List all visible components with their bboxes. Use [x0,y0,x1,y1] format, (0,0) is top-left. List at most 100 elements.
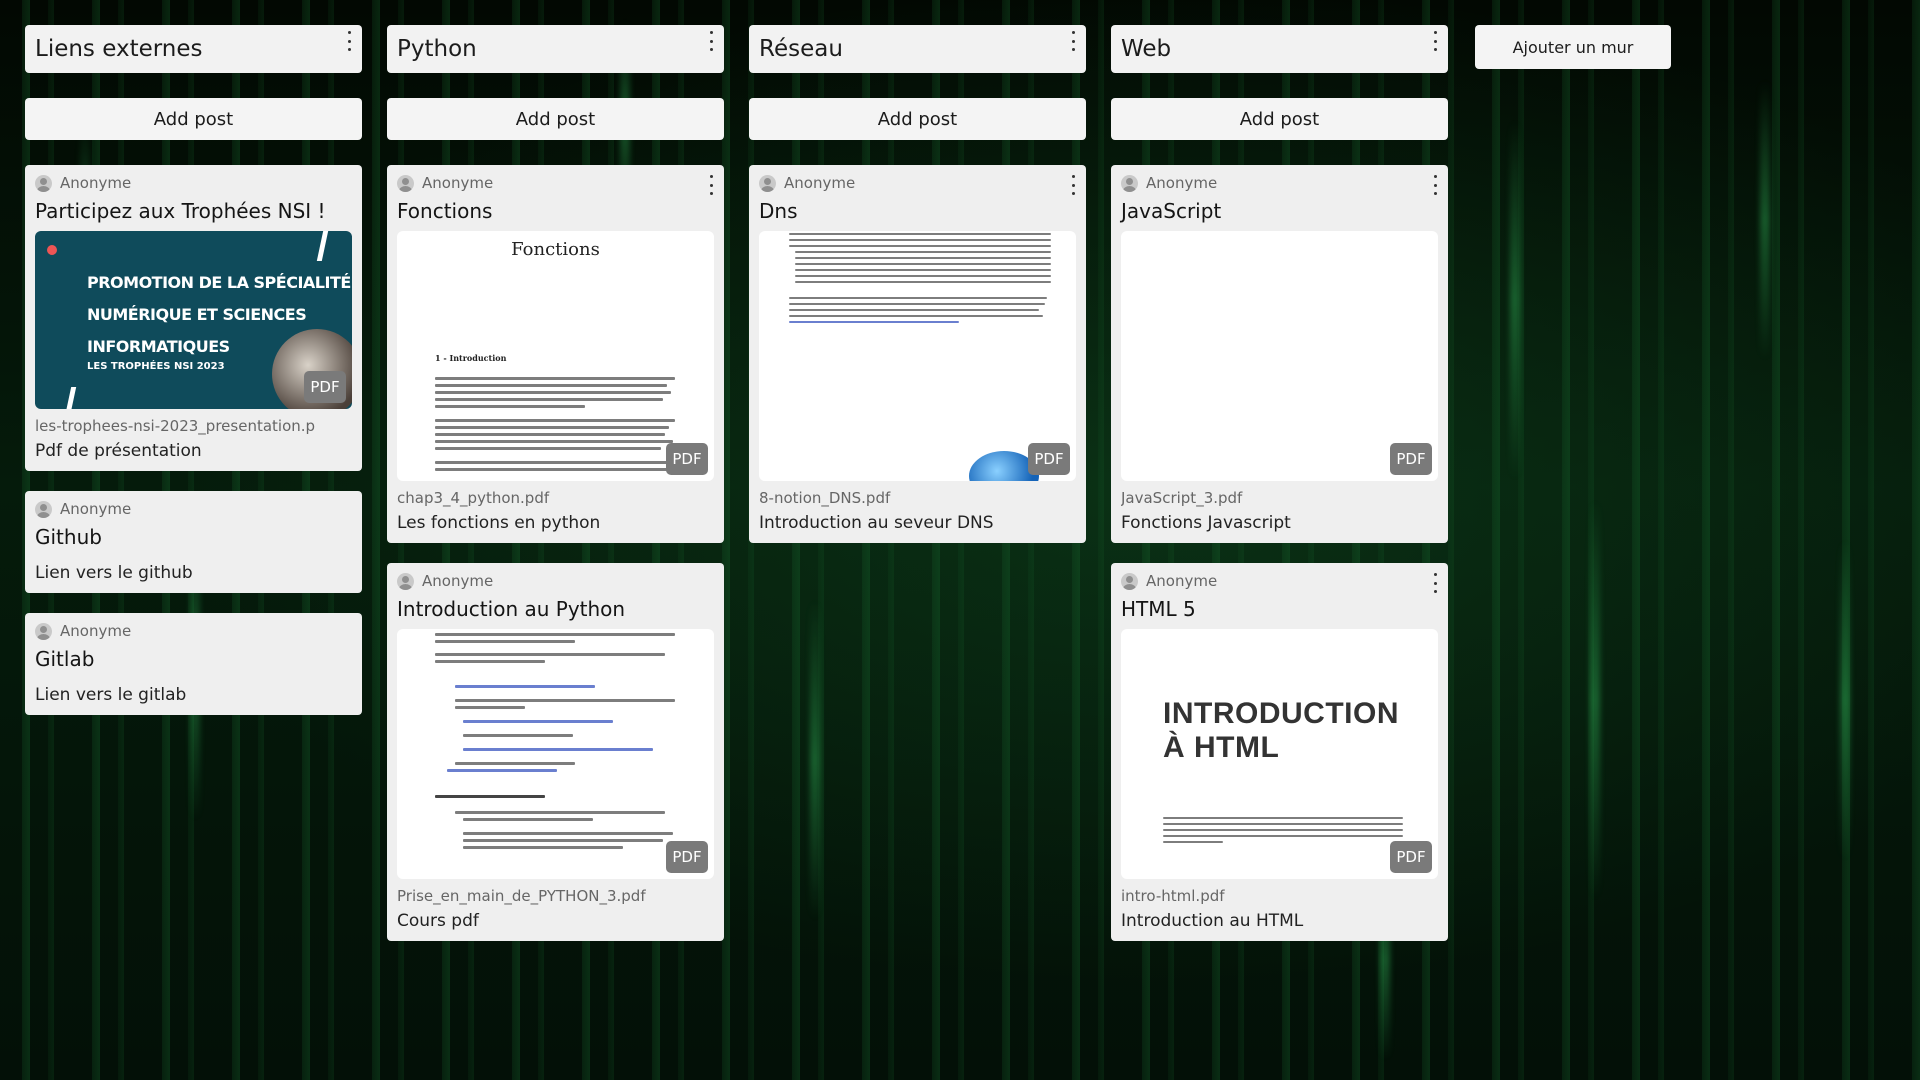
author-name: Anonyme [60,500,132,518]
post-title: Dns [759,199,798,223]
author-name: Anonyme [784,174,856,192]
avatar-icon [397,174,414,192]
pdf-badge: PDF [666,841,708,873]
pdf-badge: PDF [666,443,708,475]
attachment-filename[interactable]: Prise_en_main_de_PYTHON_3.pdf [397,887,714,905]
avatar-icon [1121,174,1138,192]
post-author: Anonyme [759,173,1076,193]
avatar-icon [1121,572,1138,590]
wall-web: Web Add post Anonyme JavaScript PDF Java… [1111,25,1448,941]
wall-header: Python [387,25,724,73]
post-description[interactable]: Lien vers le gitlab [35,685,352,705]
post-title: Participez aux Trophées NSI ! [35,199,326,223]
post-card[interactable]: Anonyme Introduction au Python PDF Prise… [387,563,724,941]
pdf-badge: PDF [1390,443,1432,475]
wall-header: Web [1111,25,1448,73]
post-author: Anonyme [397,571,714,591]
post-card[interactable]: Anonyme Dns PDF 8-notion_DNS.pdf Introdu… [749,165,1086,543]
thumbnail-line: PROMOTION DE LA SPÉCIALITÉ [87,273,351,292]
post-author: Anonyme [397,173,714,193]
decoration-stroke [64,387,77,409]
wall-header: Liens externes [25,25,362,73]
author-name: Anonyme [422,174,494,192]
avatar-icon [759,174,776,192]
post-description: Cours pdf [397,911,479,931]
wall-title: Liens externes [35,36,203,62]
avatar-icon [35,622,52,640]
post-author: Anonyme [35,499,352,519]
post-title: Introduction au Python [397,597,626,621]
post-author: Anonyme [35,173,352,193]
author-name: Anonyme [422,572,494,590]
add-post-button[interactable]: Add post [387,98,724,140]
post-menu-icon[interactable] [1430,573,1440,593]
post-card[interactable]: Anonyme Participez aux Trophées NSI ! PR… [25,165,362,471]
pdf-thumbnail[interactable]: PDF [397,629,714,879]
wall-title: Python [397,36,477,62]
post-menu-icon[interactable] [1068,175,1078,195]
post-title: HTML 5 [1121,597,1196,621]
wall-menu-icon[interactable] [1068,31,1078,51]
wall-reseau: Réseau Add post Anonyme Dns PDF 8-notion… [749,25,1086,543]
pdf-thumbnail[interactable]: PROMOTION DE LA SPÉCIALITÉ NUMÉRIQUE ET … [35,231,352,409]
thumbnail-line: NUMÉRIQUE ET SCIENCES [87,305,307,324]
pdf-badge: PDF [1390,841,1432,873]
thumbnail-heading: INTRODUCTION À HTML [1163,697,1399,765]
post-title: Fonctions [397,199,493,223]
post-menu-icon[interactable] [706,175,716,195]
avatar-icon [397,572,414,590]
attachment-filename[interactable]: intro-html.pdf [1121,887,1438,905]
pdf-badge: PDF [1028,443,1070,475]
post-description: Pdf de présentation [35,441,202,461]
post-title: Gitlab [35,647,95,671]
post-description: Les fonctions en python [397,513,601,533]
author-name: Anonyme [1146,572,1218,590]
thumbnail-line: INTRODUCTION [1163,697,1399,730]
post-description: Fonctions Javascript [1121,513,1291,533]
post-description: Introduction au HTML [1121,911,1304,931]
avatar-icon [35,174,52,192]
wall-menu-icon[interactable] [344,31,354,51]
logo-dot-icon [47,245,57,255]
thumbnail-heading: Fonctions [511,239,600,260]
wall-menu-icon[interactable] [1430,31,1440,51]
post-card[interactable]: Anonyme Github Lien vers le github [25,491,362,593]
attachment-filename[interactable]: JavaScript_3.pdf [1121,489,1438,507]
post-title: JavaScript [1121,199,1222,223]
add-post-button[interactable]: Add post [749,98,1086,140]
wall-menu-icon[interactable] [706,31,716,51]
add-post-button[interactable]: Add post [1111,98,1448,140]
post-author: Anonyme [1121,571,1438,591]
post-description[interactable]: Lien vers le github [35,563,352,583]
author-name: Anonyme [1146,174,1218,192]
attachment-filename[interactable]: 8-notion_DNS.pdf [759,489,1076,507]
post-card[interactable]: Anonyme Fonctions Fonctions 1 - Introduc… [387,165,724,543]
post-author: Anonyme [35,621,352,641]
pdf-thumbnail[interactable]: PDF [1121,231,1438,481]
post-description: Introduction au seveur DNS [759,513,994,533]
wall-liens-externes: Liens externes Add post Anonyme Particip… [25,25,362,715]
avatar-icon [35,500,52,518]
post-card[interactable]: Anonyme Gitlab Lien vers le gitlab [25,613,362,715]
author-name: Anonyme [60,622,132,640]
attachment-filename[interactable]: chap3_4_python.pdf [397,489,714,507]
thumbnail-line: À HTML [1163,731,1280,764]
post-menu-icon[interactable] [1430,175,1440,195]
wall-title: Web [1121,36,1172,62]
thumbnail-section: 1 - Introduction [435,353,507,363]
add-wall-button[interactable]: Ajouter un mur [1475,25,1671,69]
pdf-thumbnail[interactable]: PDF [759,231,1076,481]
pdf-badge: PDF [304,371,346,403]
pdf-thumbnail[interactable]: INTRODUCTION À HTML PDF [1121,629,1438,879]
add-post-button[interactable]: Add post [25,98,362,140]
thumbnail-subtext: LES TROPHÉES NSI 2023 [87,361,225,372]
post-card[interactable]: Anonyme JavaScript PDF JavaScript_3.pdf … [1111,165,1448,543]
post-title: Github [35,525,102,549]
pdf-thumbnail[interactable]: Fonctions 1 - Introduction PDF [397,231,714,481]
author-name: Anonyme [60,174,132,192]
decoration-stroke [316,231,329,261]
wall-python: Python Add post Anonyme Fonctions Foncti… [387,25,724,941]
post-card[interactable]: Anonyme HTML 5 INTRODUCTION À HTML PDF i… [1111,563,1448,941]
wall-header: Réseau [749,25,1086,73]
attachment-filename[interactable]: les-trophees-nsi-2023_presentation.p [35,417,352,435]
